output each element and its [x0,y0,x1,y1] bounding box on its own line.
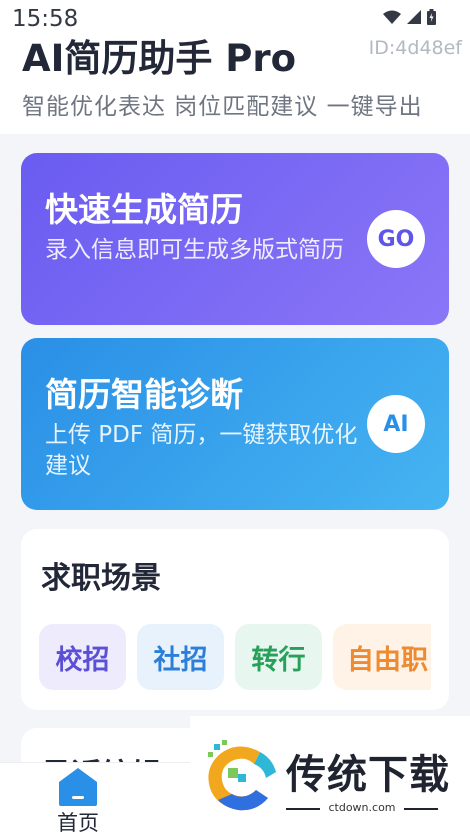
nav-item-home[interactable]: 首页 [40,763,116,836]
resume-diagnosis-title: 简历智能诊断 [45,375,243,414]
status-time: 15:58 [12,6,79,32]
resume-diagnosis-card[interactable]: 简历智能诊断 上传 PDF 简历，一键获取优化建议 AI [21,338,449,510]
ctdown-logo-icon [208,740,276,811]
quick-create-card[interactable]: 快速生成简历 录入信息即可生成多版式简历 GO [21,153,449,325]
scene-chip-campus[interactable]: 校招 [39,624,126,690]
job-scenes-title: 求职场景 [41,561,161,596]
ai-button[interactable]: AI [367,395,425,453]
battery-icon [427,9,436,25]
app-title: AI简历助手 Pro [22,37,297,80]
wifi-icon [383,10,401,24]
status-bar: 15:58 [0,0,470,36]
resume-diagnosis-description: 上传 PDF 简历，一键获取优化建议 [45,422,358,479]
watermark-url-row: ctdown.com [286,800,438,816]
watermark-divider-right [404,808,438,810]
device-id: ID:4d48ef [368,37,462,59]
signal-icon [407,10,421,24]
watermark: 传统下载 ctdown.com [190,716,470,836]
status-icons [383,9,436,25]
app-subtitle: 智能优化表达 岗位匹配建议 一键导出 [22,94,423,120]
scene-chip-social[interactable]: 社招 [137,624,224,690]
quick-create-description: 录入信息即可生成多版式简历 [45,237,344,263]
go-button[interactable]: GO [367,210,425,268]
nav-home-label: 首页 [57,811,99,835]
scene-chip-career-change[interactable]: 转行 [235,624,322,690]
job-scenes-section: 求职场景 校招 社招 转行 自由职 [21,529,449,710]
job-scene-chips: 校招 社招 转行 自由职 [39,624,431,690]
watermark-text: 传统下载 [286,752,450,798]
home-icon [59,768,97,806]
scene-chip-freelance[interactable]: 自由职 [333,624,431,690]
quick-create-title: 快速生成简历 [45,190,243,229]
